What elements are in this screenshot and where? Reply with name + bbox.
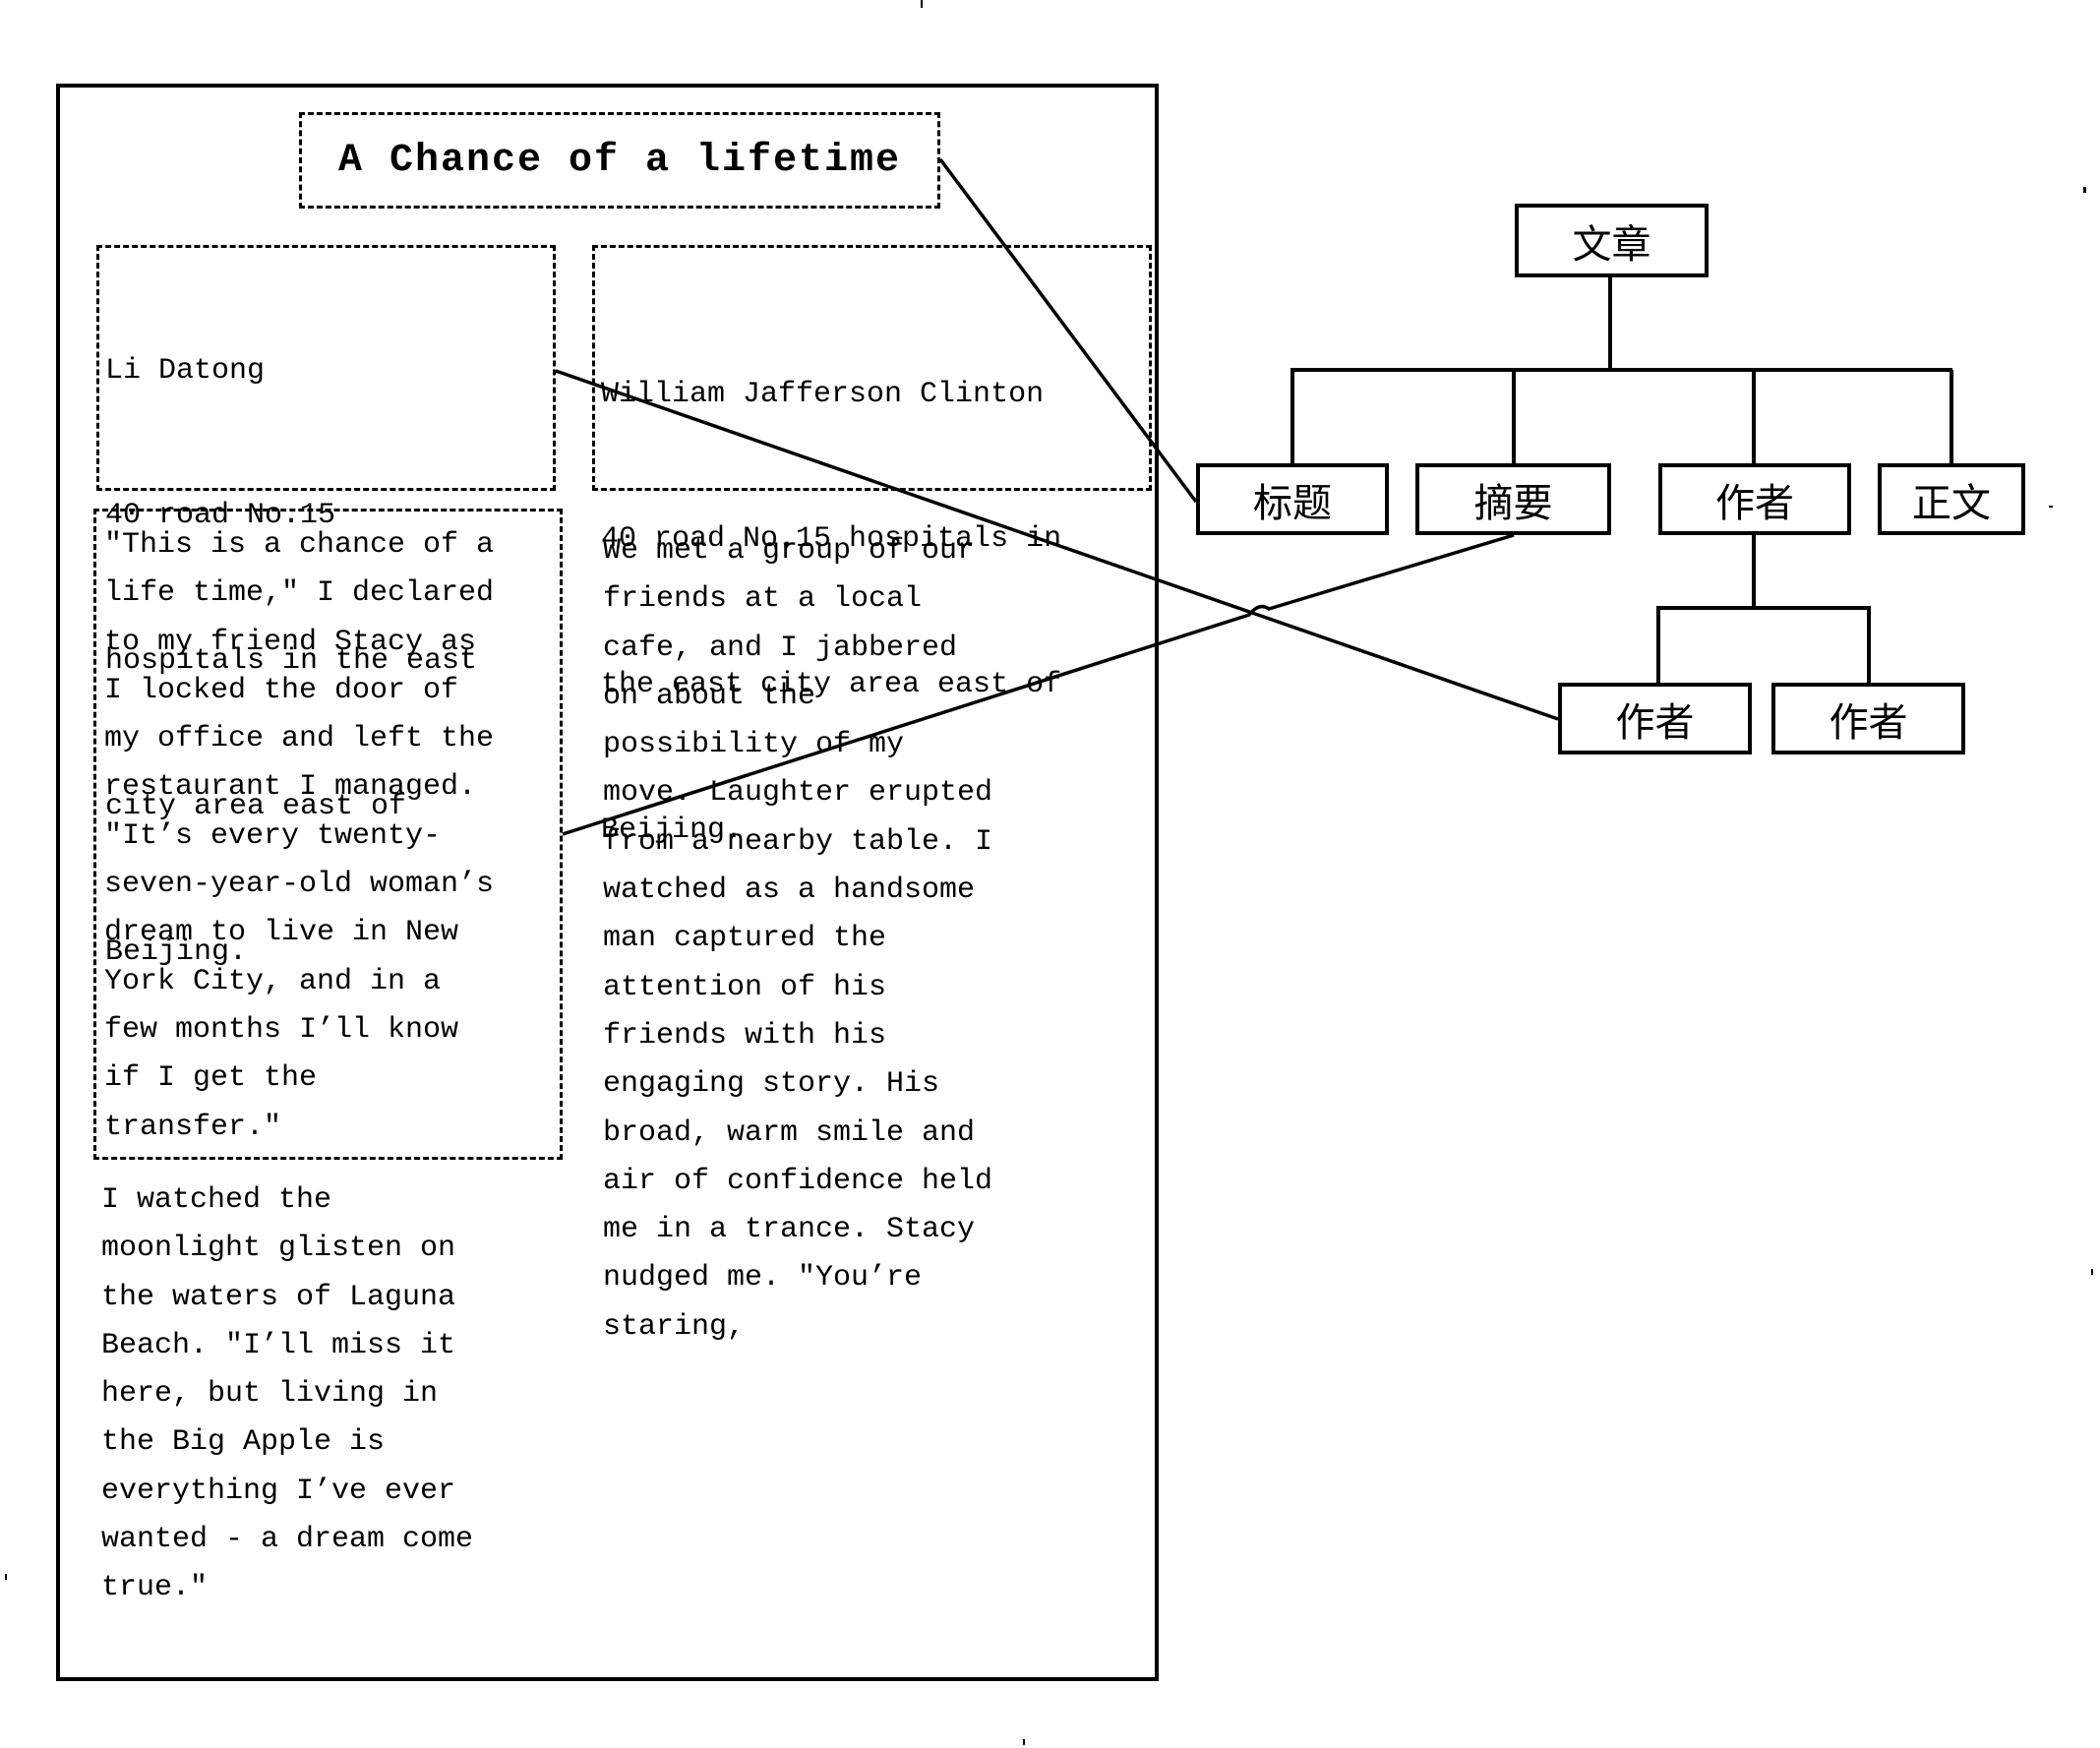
mapping-line-author xyxy=(555,369,1559,721)
scan-mark xyxy=(1023,1739,1025,1745)
mapping-line-title xyxy=(938,157,1198,504)
scan-mark xyxy=(921,0,923,8)
mapping-line-abstract xyxy=(562,533,1515,836)
scan-mark xyxy=(2091,1269,2093,1275)
scan-mark xyxy=(2049,506,2053,508)
connector-layer xyxy=(555,157,1953,836)
scan-mark xyxy=(2083,187,2086,193)
scan-mark xyxy=(5,1574,7,1580)
